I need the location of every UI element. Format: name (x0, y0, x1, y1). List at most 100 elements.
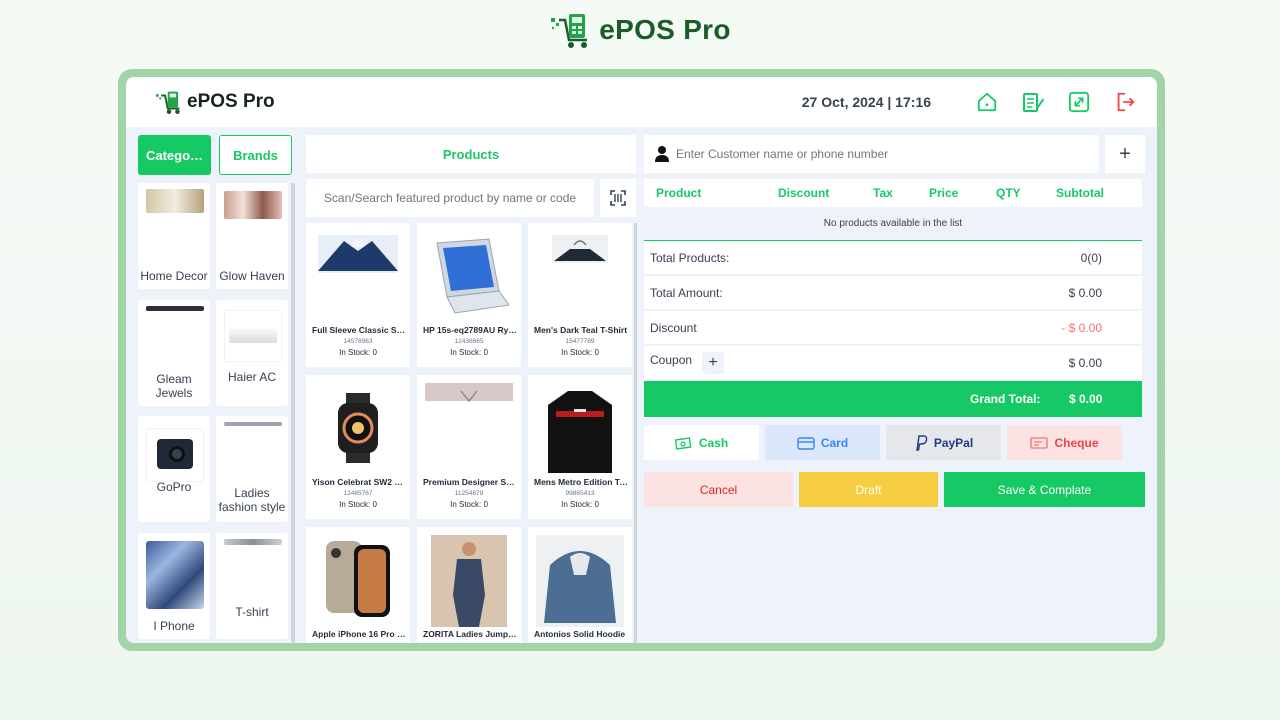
product-name: Antonios Solid Hoodie (534, 629, 626, 639)
category-image (224, 309, 282, 362)
product-card[interactable]: Antonios Solid Hoodie (528, 527, 632, 643)
customer-search-input[interactable] (676, 147, 1076, 161)
payment-methods: Cash Card PayPal Cheque (644, 425, 1148, 461)
pay-cheque-button[interactable]: Cheque (1007, 425, 1122, 460)
product-card[interactable]: Yison Celebrat SW2 Watch 12485767 In Sto… (306, 375, 410, 519)
category-card[interactable]: I Phone (138, 532, 210, 639)
product-image (536, 383, 624, 475)
edit-notes-icon[interactable] (1021, 90, 1045, 114)
category-card[interactable]: Gleam Jewels (138, 299, 210, 406)
category-card[interactable]: Glow Haven (216, 183, 288, 289)
product-image (425, 231, 513, 323)
product-stock: In Stock: 0 (339, 500, 377, 509)
add-customer-button[interactable]: + (1105, 135, 1145, 173)
category-grid: Home Decor Glow Haven Gleam Jewels Haier… (138, 183, 292, 643)
discount-value: - $ 0.00 (1061, 321, 1102, 335)
product-search-row (306, 179, 636, 217)
product-stock: In Stock: 0 (450, 500, 488, 509)
product-name: Apple iPhone 16 Pro Max (312, 629, 406, 639)
save-complete-button[interactable]: Save & Complate (944, 472, 1145, 507)
barcode-scan-icon (610, 190, 626, 206)
category-label: Glow Haven (219, 269, 285, 283)
fullscreen-icon[interactable] (1067, 90, 1091, 114)
coupon-label: Coupon (650, 353, 693, 367)
category-image (224, 422, 282, 426)
total-products-label: Total Products: (650, 251, 730, 265)
category-card[interactable]: T-shirt (216, 532, 288, 639)
add-coupon-button[interactable]: + (702, 352, 724, 374)
category-label: Ladies fashion style (218, 486, 286, 514)
grand-total-row: Grand Total: $ 0.00 (644, 381, 1142, 417)
cart-actions: Cancel Draft Save & Complate (644, 472, 1148, 507)
tab-categories[interactable]: Catego… (138, 135, 211, 175)
col-product: Product (656, 186, 702, 200)
product-card[interactable]: Premium Designer Shirt 11254879 In Stock… (417, 375, 521, 519)
home-icon[interactable] (975, 90, 999, 114)
cart-table-header: Product Discount Tax Price QTY Subtotal (644, 179, 1142, 207)
pay-cash-button[interactable]: Cash (644, 425, 759, 460)
products-title: Products (306, 135, 636, 173)
customer-field[interactable] (644, 135, 1099, 173)
product-card[interactable]: Men's Dark Teal T-Shirt 15477789 In Stoc… (528, 223, 632, 367)
product-code: 15477789 (565, 338, 595, 345)
brand-title: ePOS Pro (599, 14, 731, 45)
header-brand[interactable]: ePOS Pro (154, 89, 275, 115)
product-image (314, 383, 402, 475)
product-image (425, 535, 513, 627)
logout-icon[interactable] (1113, 90, 1137, 114)
product-card[interactable]: Apple iPhone 16 Pro Max (306, 527, 410, 643)
category-card[interactable]: Ladies fashion style (216, 416, 288, 522)
product-code: 11254879 (454, 490, 484, 497)
product-card[interactable]: Mens Metro Edition Tee 99865413 In Stock… (528, 375, 632, 519)
product-code: 12485767 (343, 490, 373, 497)
category-label: Home Decor (140, 269, 208, 283)
app-window: ePOS Pro 27 Oct, 2024 | 17:16 Catego… Br… (126, 77, 1157, 643)
category-scrollbar[interactable] (291, 183, 295, 643)
pay-paypal-button[interactable]: PayPal (886, 425, 1001, 460)
category-card[interactable]: GoPro (138, 416, 210, 522)
product-code: 99865413 (565, 490, 595, 497)
category-image (146, 540, 204, 609)
barcode-scan-button[interactable] (600, 179, 636, 217)
total-products-row: Total Products: 0(0) (644, 241, 1142, 275)
product-search-input[interactable] (306, 179, 594, 217)
app-frame: ePOS Pro 27 Oct, 2024 | 17:16 Catego… Br… (118, 69, 1165, 651)
product-grid: Full Sleeve Classic Shirt 14578963 In St… (306, 223, 636, 643)
product-code: 12436665 (454, 338, 484, 345)
product-stock: In Stock: 0 (561, 500, 599, 509)
user-icon (655, 146, 669, 162)
tab-brands[interactable]: Brands (219, 135, 292, 175)
product-name: HP 15s-eq2789AU Ryzen (423, 325, 517, 335)
pay-cash-label: Cash (698, 435, 729, 450)
product-stock: In Stock: 0 (450, 348, 488, 357)
category-label: I Phone (153, 618, 195, 633)
product-scrollbar[interactable] (634, 223, 637, 643)
header-brand-name: ePOS Pro (187, 91, 275, 112)
category-image (224, 191, 282, 219)
category-image (146, 189, 204, 213)
credit-card-icon (797, 436, 815, 450)
draft-button[interactable]: Draft (799, 472, 938, 507)
discount-label: Discount (650, 321, 697, 335)
product-name: Premium Designer Shirt (423, 477, 517, 487)
cart-empty-message: No products available in the list (644, 207, 1142, 241)
product-image (536, 535, 624, 627)
category-card[interactable]: Home Decor (138, 183, 210, 289)
product-image (425, 383, 513, 475)
category-card[interactable]: Haier AC (216, 299, 288, 406)
total-amount-label: Total Amount: (650, 286, 723, 300)
cart-logo-icon (156, 91, 180, 115)
coupon-row: Coupon + $ 0.00 (644, 346, 1142, 380)
cancel-button[interactable]: Cancel (644, 472, 793, 507)
category-image (146, 305, 204, 311)
cash-icon (674, 436, 692, 450)
product-card[interactable]: Full Sleeve Classic Shirt 14578963 In St… (306, 223, 410, 367)
pay-card-button[interactable]: Card (765, 425, 880, 460)
col-price: Price (929, 186, 959, 200)
cheque-icon (1030, 436, 1049, 449)
product-card[interactable]: HP 15s-eq2789AU Ryzen 12436665 In Stock:… (417, 223, 521, 367)
product-card[interactable]: ZORITA Ladies Jumpsuit (417, 527, 521, 643)
category-label: Gleam Jewels (155, 371, 193, 400)
product-image (314, 231, 402, 323)
product-image (536, 231, 624, 323)
